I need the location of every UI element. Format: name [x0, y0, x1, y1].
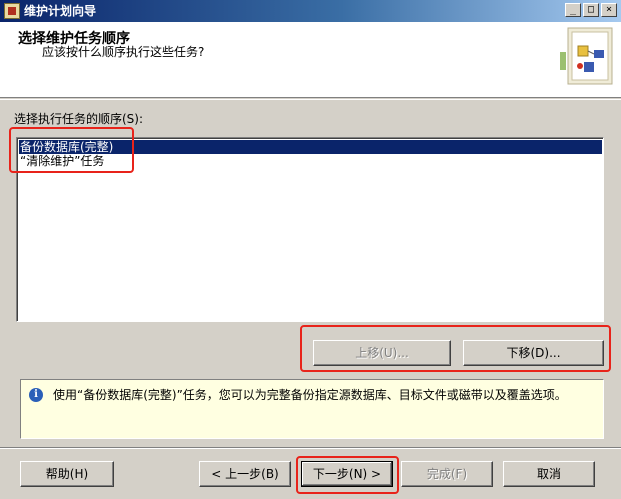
task-list-item-backup[interactable]: 备份数据库(完整) [19, 140, 602, 154]
back-button[interactable]: < 上一步(B) [199, 461, 291, 487]
cancel-button[interactable]: 取消 [503, 461, 595, 487]
info-panel: i 使用“备份数据库(完整)”任务，您可以为完整备份指定源数据库、目标文件或磁带… [20, 379, 604, 439]
task-order-list[interactable]: 备份数据库(完整) “清除维护”任务 [16, 137, 604, 322]
info-text: 使用“备份数据库(完整)”任务，您可以为完整备份指定源数据库、目标文件或磁带以及… [53, 388, 567, 402]
footer-separator-highlight [0, 448, 621, 449]
help-button[interactable]: 帮助(H) [20, 461, 114, 487]
move-up-button[interactable]: 上移(U)... [313, 340, 451, 366]
close-button[interactable]: × [601, 3, 617, 17]
window-title: 维护计划向导 [24, 4, 97, 18]
move-down-button[interactable]: 下移(D)... [463, 340, 604, 366]
window-titlebar[interactable]: 维护计划向导 _ □ × [0, 0, 621, 22]
minimize-button[interactable]: _ [565, 3, 581, 17]
wizard-graphic-icon [560, 27, 613, 85]
app-icon [4, 3, 20, 19]
maximize-button[interactable]: □ [583, 3, 599, 17]
page-subtitle: 应该按什么顺序执行这些任务? [42, 45, 205, 59]
wizard-header: 选择维护任务顺序 应该按什么顺序执行这些任务? [0, 22, 621, 98]
task-order-label: 选择执行任务的顺序(S): [14, 112, 144, 126]
info-icon: i [29, 388, 43, 402]
next-button[interactable]: 下一步(N) > [301, 461, 393, 487]
task-list-item-cleanup[interactable]: “清除维护”任务 [19, 154, 602, 168]
header-separator [0, 99, 621, 100]
finish-button[interactable]: 完成(F) [401, 461, 493, 487]
